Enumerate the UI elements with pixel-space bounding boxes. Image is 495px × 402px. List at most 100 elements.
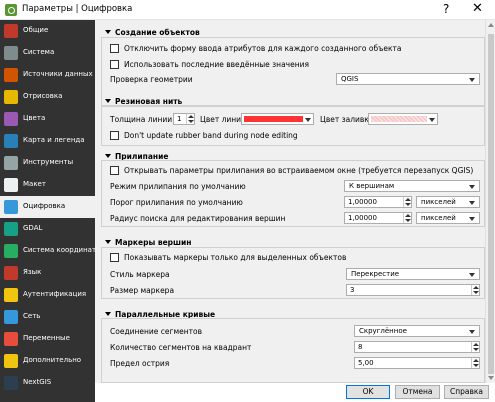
sidebar-item[interactable]: Язык bbox=[0, 262, 95, 284]
help-button[interactable]: ? bbox=[443, 2, 449, 16]
quad-segments-value: 8 bbox=[358, 343, 363, 351]
network-icon bbox=[4, 310, 18, 324]
radius-label: Радиус поиска для редактирования вершин bbox=[110, 214, 286, 223]
chevron-down-icon bbox=[469, 201, 475, 205]
sidebar-item[interactable]: NextGIS bbox=[0, 372, 95, 394]
reuse-values-checkbox[interactable] bbox=[110, 60, 119, 69]
sidebar-item[interactable]: Дополнительно bbox=[0, 350, 95, 372]
sidebar-item[interactable]: Цвета bbox=[0, 108, 95, 130]
line-width-label: Толщина линии bbox=[110, 115, 173, 124]
tolerance-unit-select[interactable]: пикселей bbox=[416, 196, 480, 208]
radius-unit-value: пикселей bbox=[421, 214, 456, 222]
collapse-triangle-icon bbox=[105, 240, 111, 244]
radius-unit-select[interactable]: пикселей bbox=[416, 212, 480, 224]
line-color-label: Цвет линии bbox=[200, 115, 246, 124]
sidebar-item-label: NextGIS bbox=[23, 378, 52, 386]
quad-segments-spinbox[interactable]: 8 bbox=[354, 341, 480, 353]
default-mode-select[interactable]: К вершинам bbox=[344, 180, 480, 192]
palette-icon bbox=[4, 112, 18, 126]
group-create-title[interactable]: Создание объектов bbox=[105, 28, 200, 37]
sidebar-item-label: Переменные bbox=[23, 334, 70, 342]
group-markers-title[interactable]: Маркеры вершин bbox=[105, 238, 191, 247]
close-button[interactable]: ✕ bbox=[472, 1, 483, 16]
collapse-triangle-icon bbox=[105, 154, 111, 158]
suppress-form-label: Отключить форму ввода атрибутов для кажд… bbox=[124, 44, 402, 53]
collapse-triangle-icon bbox=[105, 30, 111, 34]
sidebar-item[interactable]: Оцифровка bbox=[0, 196, 95, 218]
scroll-thumb[interactable] bbox=[488, 34, 494, 374]
sidebar-item-label: GDAL bbox=[23, 224, 43, 232]
suppress-form-checkbox[interactable] bbox=[110, 44, 119, 53]
sidebar-item-label: Макет bbox=[23, 180, 46, 188]
chevron-down-icon bbox=[305, 118, 311, 122]
spin-arrows-icon[interactable] bbox=[471, 285, 479, 295]
wrench-icon bbox=[4, 156, 18, 170]
cancel-button[interactable]: Отмена bbox=[395, 385, 440, 399]
line-width-spinbox[interactable]: 1 bbox=[173, 113, 195, 125]
chevron-down-icon bbox=[469, 273, 475, 277]
selected-only-checkbox[interactable] bbox=[110, 253, 119, 262]
layout-icon bbox=[4, 178, 18, 192]
vertical-scrollbar[interactable] bbox=[485, 20, 495, 383]
miter-limit-label: Предел острия bbox=[110, 359, 170, 368]
marker-size-value: 3 bbox=[350, 286, 355, 294]
sidebar-item[interactable]: Макет bbox=[0, 174, 95, 196]
sidebar-item[interactable]: Сеть bbox=[0, 306, 95, 328]
map-icon bbox=[4, 134, 18, 148]
marker-style-select[interactable]: Перекрестие bbox=[346, 268, 480, 280]
collapse-triangle-icon bbox=[105, 312, 111, 316]
ok-button[interactable]: OK bbox=[346, 385, 390, 399]
sidebar-item[interactable]: Источники данных bbox=[0, 64, 95, 86]
dont-update-checkbox[interactable] bbox=[110, 131, 119, 140]
marker-size-spinbox[interactable]: 3 bbox=[346, 284, 480, 296]
spin-arrows-icon[interactable] bbox=[186, 114, 194, 124]
spin-arrows-icon[interactable] bbox=[403, 197, 411, 207]
variables-icon bbox=[4, 332, 18, 346]
geometry-check-select[interactable]: QGIS bbox=[336, 73, 480, 85]
join-style-value: Скруглённое bbox=[359, 327, 407, 335]
radius-spinbox[interactable]: 1,00000 bbox=[344, 212, 412, 224]
spin-arrows-icon[interactable] bbox=[471, 358, 479, 368]
sidebar-item[interactable]: Инструменты bbox=[0, 152, 95, 174]
marker-size-label: Размер маркера bbox=[110, 286, 175, 295]
sidebar-item[interactable]: Аутентификация bbox=[0, 284, 95, 306]
sidebar-item[interactable]: Карта и легенда bbox=[0, 130, 95, 152]
reuse-values-label: Использовать последние введённые значени… bbox=[124, 60, 309, 69]
dont-update-label: Don't update rubber band during node edi… bbox=[124, 131, 298, 140]
lock-icon bbox=[4, 288, 18, 302]
fill-color-button[interactable] bbox=[368, 113, 438, 125]
sidebar-item-label: Язык bbox=[23, 268, 42, 276]
tolerance-spinbox[interactable]: 1,00000 bbox=[344, 196, 412, 208]
miter-limit-spinbox[interactable]: 5,00 bbox=[354, 357, 480, 369]
line-color-swatch bbox=[244, 116, 303, 122]
sidebar-item[interactable]: Система координат bbox=[0, 240, 97, 262]
geometry-check-value: QGIS bbox=[341, 75, 359, 83]
line-color-button[interactable] bbox=[241, 113, 314, 125]
join-style-select[interactable]: Скруглённое bbox=[354, 325, 480, 337]
sidebar-item[interactable]: GDAL bbox=[0, 218, 95, 240]
group-rubberband-title[interactable]: Резиновая нить bbox=[105, 97, 182, 106]
group-offset: Соединение сегментов Скруглённое Количес… bbox=[101, 318, 485, 383]
quad-segments-label: Количество сегментов на квадрант bbox=[110, 343, 252, 352]
sidebar-item[interactable]: Общие bbox=[0, 20, 95, 42]
sidebar-item[interactable]: Система bbox=[0, 42, 95, 64]
sidebar-item[interactable]: Отрисовка bbox=[0, 86, 95, 108]
open-dock-label: Открывать параметры прилипания во встраи… bbox=[124, 166, 474, 175]
sidebar-item-label: Источники данных bbox=[23, 70, 93, 78]
window-title: Параметры | Оцифровка bbox=[22, 4, 133, 14]
scroll-up-icon[interactable] bbox=[488, 23, 494, 27]
tools-icon bbox=[4, 24, 18, 38]
spin-arrows-icon[interactable] bbox=[403, 213, 411, 223]
scroll-down-icon[interactable] bbox=[488, 376, 494, 380]
join-style-label: Соединение сегментов bbox=[110, 327, 203, 336]
sidebar-item-label: Система координат bbox=[23, 246, 97, 254]
nextgis-icon bbox=[4, 376, 18, 390]
open-dock-checkbox[interactable] bbox=[110, 166, 119, 175]
help-dialog-button[interactable]: Справка bbox=[444, 385, 489, 399]
default-mode-value: К вершинам bbox=[349, 182, 395, 190]
spin-arrows-icon[interactable] bbox=[471, 342, 479, 352]
sidebar-item-label: Отрисовка bbox=[23, 92, 63, 100]
group-rubberband-label: Резиновая нить bbox=[115, 97, 183, 106]
collapse-triangle-icon bbox=[105, 99, 111, 103]
sidebar-item[interactable]: Переменные bbox=[0, 328, 95, 350]
